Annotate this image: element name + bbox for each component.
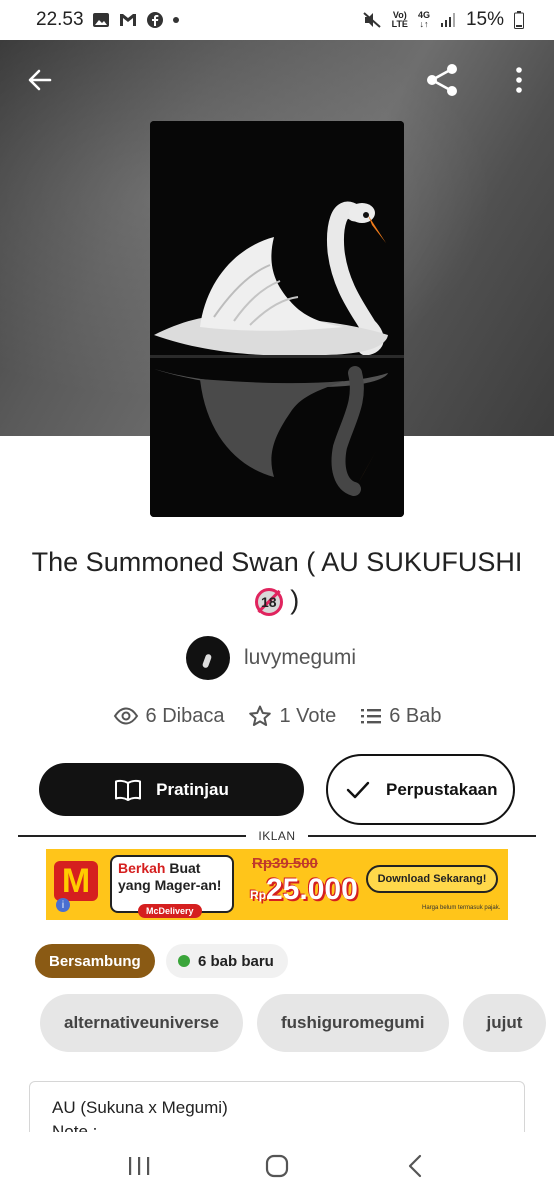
reads-count: 6 Dibaca [145,704,225,727]
description-line: AU (Sukuna x Megumi) [52,1098,228,1117]
ad-fine-print: Harga belum termasuk pajak. [422,905,501,911]
swan-illustration [150,121,404,517]
ad-info-icon[interactable]: i [56,898,70,912]
author-avatar[interactable] [186,636,230,680]
gallery-icon [92,12,110,28]
book-open-icon [115,779,142,801]
facebook-icon [146,11,164,29]
star-icon [249,705,272,726]
home-icon [265,1154,289,1178]
ad-headline-card: Berkah Buat yang Mager-an! McDelivery [110,855,234,918]
ad-tagline: McDelivery [138,904,202,918]
list-icon [361,709,382,724]
home-button[interactable] [247,1141,307,1191]
share-button[interactable] [420,58,464,102]
recent-apps-icon [129,1157,150,1175]
notification-dot-icon [172,16,180,24]
parts-count: 6 Bab [389,704,442,727]
back-button[interactable] [18,58,62,102]
author-row[interactable]: luvymegumi [186,636,356,680]
status-left: 22.53 [36,9,180,31]
reads-stat: 6 Dibaca [113,704,225,728]
mute-icon [362,11,382,29]
story-title-text: The Summoned Swan ( AU SUKUFUSHI [31,547,523,577]
divider-line-right [307,835,536,837]
arrow-left-icon [28,69,52,91]
battery-percent: 15% [465,9,504,30]
tag-list: alternativeuniverse fushiguromegumi juju… [40,994,554,1052]
gmail-icon [118,12,138,28]
ad-headline: Berkah Buat yang Mager-an! [118,860,222,893]
status-right: Vo) LTE 4G ↓↑ 15% [362,9,524,31]
story-title-close: ) [290,585,300,615]
story-cover-image[interactable] [150,121,404,517]
new-dot-icon [178,955,190,967]
add-to-library-label: Perpustakaan [386,780,498,799]
ad-cta-button[interactable]: Download Sekarang! [366,865,498,893]
recent-apps-button[interactable] [109,1141,169,1191]
mcdonalds-logo-icon: M [54,861,98,901]
network-4g-icon: 4G ↓↑ [417,10,430,29]
status-bar: 22.53 Vo) LTE 4G ↓↑ 15% [0,0,554,40]
status-badge: Bersambung [35,944,155,978]
parts-stat: 6 Bab [360,704,441,728]
check-icon [346,781,370,798]
ad-label: IKLAN [258,829,296,843]
story-stats: 6 Dibaca 1 Vote 6 Bab [0,704,554,728]
share-icon [427,64,457,96]
signal-icon [440,12,456,28]
votes-stat: 1 Vote [248,704,336,728]
tag-chip[interactable]: jujut [462,994,547,1052]
ad-banner[interactable]: M i Berkah Buat yang Mager-an! McDeliver… [46,849,508,920]
divider-line-left [18,835,247,837]
eye-icon [113,707,138,725]
preview-button-label: Pratinjau [156,779,229,799]
more-options-button[interactable] [497,58,541,102]
author-name[interactable]: luvymegumi [244,646,356,670]
ad-divider: IKLAN [18,826,536,846]
status-time: 22.53 [36,9,84,30]
more-vertical-icon [516,67,522,93]
system-nav-bar [0,1132,554,1200]
votes-count: 1 Vote [279,704,337,727]
story-title: The Summoned Swan ( AU SUKUFUSHI 18 ) [20,543,534,619]
ad-old-price: Rp39.500 [252,855,318,872]
add-to-library-button[interactable]: Perpustakaan [326,754,515,825]
chevron-left-icon [408,1154,422,1178]
ad-new-price: Rp25.000 [250,873,358,906]
age-18-icon: 18 [254,587,283,616]
volte-icon: Vo) LTE [391,10,408,29]
new-parts-badge: 6 bab baru [166,944,288,978]
back-nav-button[interactable] [385,1141,445,1191]
new-parts-label: 6 bab baru [198,952,274,970]
tag-chip[interactable]: fushiguromegumi [256,994,449,1052]
battery-icon [514,11,524,29]
preview-button[interactable]: Pratinjau [39,763,304,816]
tag-chip[interactable]: alternativeuniverse [40,994,243,1052]
